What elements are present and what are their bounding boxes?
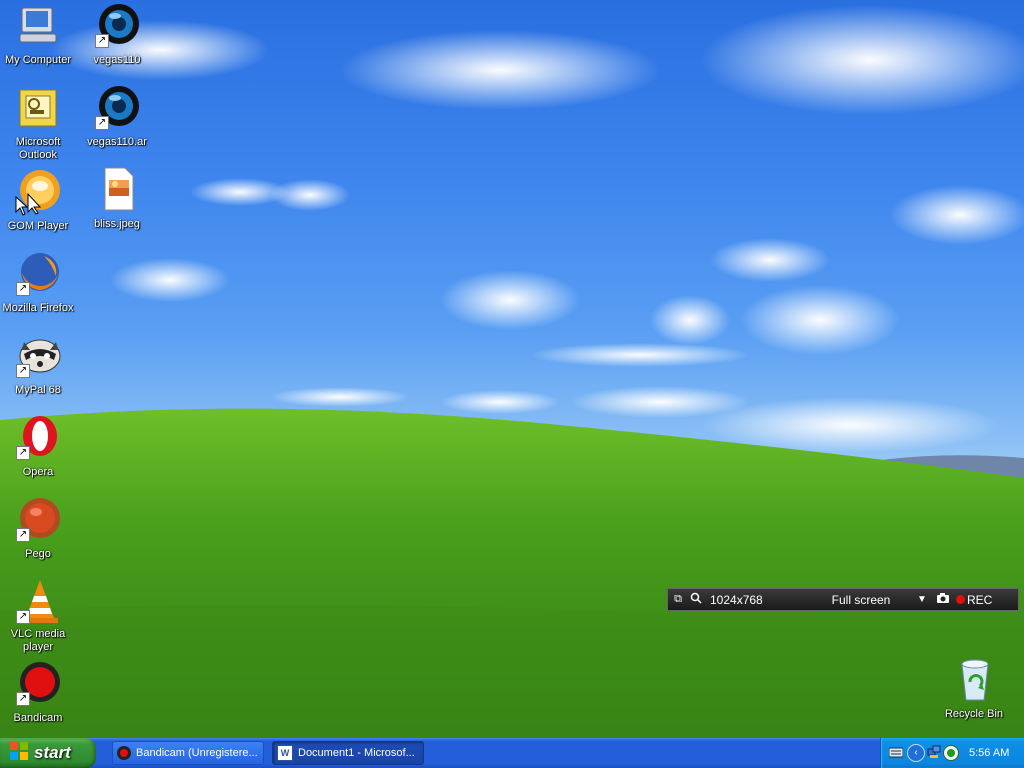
task-label: Document1 - Microsof...: [298, 747, 415, 759]
taskbar-item-bandicam[interactable]: Bandicam (Unregistere...: [112, 741, 264, 765]
resolution-label: 1024x768: [710, 592, 763, 607]
show-hidden-icons-icon[interactable]: ‹: [907, 744, 925, 762]
icon-label: My Computer: [4, 54, 72, 66]
clock[interactable]: 5:56 AM: [969, 747, 1009, 759]
network-icon[interactable]: [927, 745, 941, 762]
shortcut-arrow-icon: ↗: [95, 116, 109, 130]
vegas-icon: ↗: [93, 84, 141, 132]
jpeg-file-icon: [93, 166, 141, 214]
search-icon[interactable]: [688, 592, 704, 607]
shortcut-arrow-icon: ↗: [16, 692, 30, 706]
chevron-down-icon[interactable]: ▼: [912, 594, 932, 605]
start-label: start: [34, 743, 71, 762]
pego-icon: ↗: [14, 496, 62, 544]
taskbar-item-document1[interactable]: W Document1 - Microsof...: [272, 741, 424, 765]
desktop-icon-vegas110[interactable]: ↗ vegas110: [79, 2, 155, 68]
task-label: Bandicam (Unregistere...: [136, 747, 258, 759]
desktop-icon-outlook[interactable]: Microsoft Outlook: [0, 86, 76, 163]
opera-icon: ↗: [14, 414, 62, 462]
bandicam-tray-icon[interactable]: [943, 745, 959, 761]
system-tray: ‹ 5:56 AM: [880, 738, 1024, 768]
bandicam-icon: [117, 746, 131, 760]
icon-label: GOM Player: [7, 220, 69, 232]
vlc-icon: ↗: [14, 578, 62, 626]
desktop-icon-bliss-jpeg[interactable]: bliss.jpeg: [79, 166, 155, 232]
window-select-icon[interactable]: ⧉: [668, 593, 688, 606]
word-icon: W: [277, 745, 293, 761]
desktop-icon-vegas110-ar[interactable]: ↗ vegas110.ar: [79, 84, 155, 150]
icon-label: VLC media player: [10, 628, 66, 653]
icon-label: Pego: [25, 548, 51, 560]
shortcut-arrow-icon: ↗: [16, 528, 30, 542]
icon-label: vegas110.ar: [87, 136, 147, 148]
desktop-icon-mypal[interactable]: ↗ MyPal 68: [0, 332, 76, 398]
rec-button[interactable]: REC: [954, 593, 992, 607]
shortcut-arrow-icon: ↗: [16, 610, 30, 624]
mouse-cursor-icon: [15, 196, 29, 216]
rec-label: REC: [967, 592, 993, 607]
desktop-icon-gom-player[interactable]: GOM Player: [0, 168, 76, 234]
desktop-icon-opera[interactable]: ↗ Opera: [0, 414, 76, 480]
icon-label: Mozilla Firefox: [2, 302, 74, 314]
bandicam-capture-bar[interactable]: ⧉ 1024x768 Full screen ▼ REC: [667, 588, 1019, 611]
taskbar: start Bandicam (Unregistere... W Documen…: [0, 738, 1024, 768]
desktop-icon-bandicam[interactable]: ↗ Bandicam: [0, 660, 76, 726]
shortcut-arrow-icon: ↗: [95, 34, 109, 48]
icon-label: vegas110: [93, 54, 141, 66]
capture-mode-label[interactable]: Full screen: [810, 593, 912, 607]
keyboard-icon[interactable]: [888, 746, 904, 761]
desktop-icon-firefox[interactable]: ↗ Mozilla Firefox: [0, 250, 76, 316]
icon-label: Opera: [22, 466, 54, 478]
bandicam-icon: ↗: [14, 660, 62, 708]
icon-label: Recycle Bin: [944, 708, 1004, 720]
start-button[interactable]: start: [0, 738, 96, 768]
mypal-icon: ↗: [14, 332, 62, 380]
record-dot-icon: [956, 595, 965, 604]
firefox-icon: ↗: [14, 250, 62, 298]
icon-label: Microsoft Outlook: [15, 136, 61, 161]
windows-logo-icon: [10, 741, 28, 765]
outlook-icon: [14, 86, 62, 134]
icon-label: bliss.jpeg: [94, 218, 140, 230]
camera-icon[interactable]: [932, 592, 954, 607]
desktop-icon-my-computer[interactable]: My Computer: [0, 2, 76, 68]
my-computer-icon: [14, 2, 62, 50]
icon-label: MyPal 68: [15, 384, 61, 396]
desktop[interactable]: My Computer Microsoft Outlook GOM Player…: [0, 0, 1024, 738]
shortcut-arrow-icon: ↗: [16, 364, 30, 378]
desktop-icon-pego[interactable]: ↗ Pego: [0, 496, 76, 562]
recycle-bin-icon: [950, 656, 998, 704]
icon-label: Bandicam: [13, 712, 63, 724]
shortcut-arrow-icon: ↗: [16, 446, 30, 460]
vegas-icon: ↗: [93, 2, 141, 50]
shortcut-arrow-icon: ↗: [16, 282, 30, 296]
desktop-icon-recycle-bin[interactable]: Recycle Bin: [936, 656, 1012, 722]
desktop-icon-vlc[interactable]: ↗ VLC media player: [0, 578, 76, 655]
